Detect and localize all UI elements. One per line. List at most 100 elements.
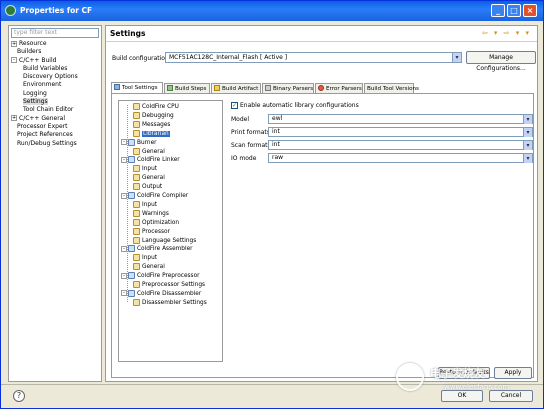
property-nav-panel: type filter text + Resource Builders - C/C++… — [8, 25, 102, 382]
model-field-row: Model ewl ▾ — [231, 114, 533, 125]
tool-tree-item[interactable]: - ColdFire Compiler — [121, 192, 188, 200]
nav-item-label: Discovery Options — [23, 73, 78, 81]
chevron-down-icon[interactable]: ▾ — [523, 128, 532, 137]
nav-item[interactable]: Discovery Options — [11, 73, 78, 81]
tool-tree-label: Disassembler Settings — [142, 299, 207, 306]
nav-arrows-icon[interactable]: ⇦ ▾ ⇨ ▾ ▾ — [482, 29, 531, 37]
settings-page-icon — [133, 103, 140, 110]
collapse-icon[interactable]: - — [121, 139, 127, 146]
io-mode-select[interactable]: raw ▾ — [268, 153, 533, 163]
settings-page-icon — [133, 183, 140, 191]
collapse-icon[interactable]: - — [11, 57, 17, 64]
tool-tree-label: Input — [142, 201, 158, 208]
tool-tree-item[interactable]: - ColdFire Preprocessor — [121, 272, 200, 280]
tool-tree-item[interactable]: - ColdFire Disassembler — [121, 289, 201, 298]
tool-tree-item[interactable]: Preprocessor Settings — [133, 281, 205, 289]
title-bar[interactable]: Properties for CF _ □ × — [1, 1, 543, 21]
tool-gear-icon — [128, 272, 135, 280]
tool-settings-tab-body: ColdFire CPU Debugging Messages Librarian - B… — [111, 93, 534, 378]
tool-gear-icon — [128, 289, 135, 297]
print-formats-select[interactable]: int ▾ — [268, 127, 533, 137]
nav-item-label: Logging — [23, 89, 47, 97]
model-select[interactable]: ewl ▾ — [268, 114, 533, 124]
nav-item[interactable]: - C/C++ Build — [11, 57, 78, 65]
tool-tree-item[interactable]: Debugging — [133, 111, 174, 120]
nav-item[interactable]: Builders — [11, 48, 78, 56]
tool-tree-label: Output — [142, 184, 163, 191]
nav-item[interactable]: Build Variables — [11, 65, 78, 73]
collapse-icon[interactable]: - — [121, 192, 127, 199]
scan-formats-value: int — [272, 141, 280, 148]
scan-formats-select[interactable]: int ▾ — [268, 140, 533, 150]
filter-input[interactable]: type filter text — [11, 28, 99, 38]
tool-gear-icon — [128, 138, 135, 146]
manage-configurations-button[interactable]: Manage Configurations... — [466, 51, 536, 72]
tool-tree-item[interactable]: ColdFire CPU — [133, 103, 179, 111]
tool-tree-item[interactable]: Input — [133, 200, 158, 209]
tool-tree-item[interactable]: - Burner — [121, 138, 157, 147]
close-button[interactable]: × — [523, 4, 537, 17]
chevron-down-icon[interactable]: ▾ — [452, 53, 461, 62]
tool-tree-label: Optimization — [142, 219, 180, 226]
collapse-icon[interactable]: - — [121, 156, 127, 163]
chevron-down-icon[interactable]: ▾ — [523, 115, 532, 124]
nav-item-label: Environment — [23, 81, 62, 89]
page-title: Settings — [110, 29, 146, 38]
nav-item[interactable]: Processor Expert — [11, 123, 78, 131]
nav-item-label: Run/Debug Settings — [17, 139, 77, 147]
chevron-down-icon[interactable]: ▾ — [523, 141, 532, 150]
nav-item[interactable]: Environment — [11, 81, 78, 89]
build-config-value: MCF51AC128C_Internal_Flash [ Active ] — [169, 54, 288, 61]
tool-tree-item[interactable]: Processor — [133, 227, 170, 236]
tool-tree-item[interactable]: Messages — [133, 120, 171, 129]
nav-item[interactable]: Run/Debug Settings — [11, 140, 78, 148]
settings-page-icon — [133, 254, 140, 262]
tool-tree-item[interactable]: Input — [133, 254, 157, 262]
help-icon[interactable]: ? — [13, 390, 25, 402]
chevron-down-icon[interactable]: ▾ — [523, 154, 532, 163]
tool-tree-item[interactable]: Language Settings — [133, 236, 197, 245]
tool-tree-item[interactable]: General — [133, 174, 165, 182]
tool-tree-item[interactable]: General — [133, 147, 165, 156]
tool-tree-item[interactable]: Input — [133, 165, 157, 173]
tool-tree-item[interactable]: General — [133, 263, 165, 271]
settings-panel: Settings ⇦ ▾ ⇨ ▾ ▾ Build configuration: … — [105, 25, 538, 382]
nav-item[interactable]: Project References — [11, 131, 78, 139]
enable-auto-library-checkbox[interactable]: ✓ Enable automatic library configurations — [231, 102, 359, 109]
nav-item-label: Resource — [19, 40, 47, 47]
binary-parsers-icon — [265, 85, 271, 91]
collapse-icon[interactable]: - — [121, 272, 127, 279]
nav-item-label: Settings — [23, 98, 48, 106]
tool-tree-label: Messages — [142, 121, 171, 128]
tool-tree-item[interactable]: Disassembler Settings — [133, 298, 207, 307]
build-config-select[interactable]: MCF51AC128C_Internal_Flash [ Active ] ▾ — [165, 52, 462, 63]
nav-item-label: C/C++ General — [19, 114, 66, 122]
tool-gear-icon — [128, 245, 135, 253]
tab-label: Tool Settings — [122, 85, 158, 91]
nav-item-label: Build Variables — [23, 64, 68, 72]
collapse-icon[interactable]: - — [121, 245, 127, 252]
tab-label: Build Artifact — [222, 86, 259, 92]
tool-tree-item[interactable]: - ColdFire Linker — [121, 156, 180, 164]
tool-tree-item[interactable]: Output — [133, 183, 162, 191]
tool-tree-label: Language Settings — [142, 237, 197, 244]
maximize-button[interactable]: □ — [507, 4, 521, 17]
nav-item[interactable]: + C/C++ General — [11, 115, 78, 123]
expand-icon[interactable]: + — [11, 40, 17, 47]
tool-tree-label: Processor — [142, 228, 170, 235]
tool-tree-item[interactable]: - ColdFire Assembler — [121, 245, 193, 253]
tool-tree-label: General — [142, 175, 165, 182]
nav-item[interactable]: Logging — [11, 90, 78, 98]
tool-tree-item[interactable]: Librarian — [133, 129, 170, 138]
properties-dialog: Properties for CF _ □ × type filter text… — [0, 0, 544, 409]
nav-item[interactable]: Tool Chain Editor — [11, 106, 78, 114]
expand-icon[interactable]: + — [11, 115, 17, 122]
minimize-button[interactable]: _ — [491, 4, 505, 17]
nav-item[interactable]: Settings — [11, 98, 78, 106]
collapse-icon[interactable]: - — [121, 290, 127, 297]
tab-label: Build Steps — [175, 86, 207, 92]
tool-tree-item[interactable]: Optimization — [133, 218, 180, 227]
nav-item[interactable]: + Resource — [11, 40, 78, 48]
tool-tree-label: Debugging — [142, 112, 174, 119]
tool-tree-item[interactable]: Warnings — [133, 209, 169, 218]
